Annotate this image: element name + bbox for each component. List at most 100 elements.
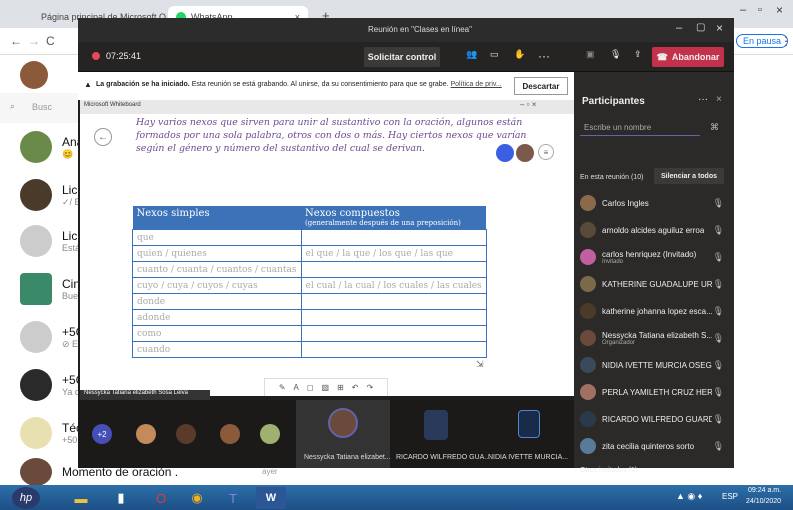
participant-name: RICARDO WILFREDO GUARD...	[602, 414, 712, 424]
mic-off-icon[interactable]: 🎙	[610, 49, 621, 60]
tray-icons[interactable]: ▲ ◉ ♦	[676, 491, 702, 502]
avatar	[580, 411, 596, 427]
meeting-toolbar: 07:25:41 Solicitar control 👥 ▭ ✋ ··· ▣ 🎙…	[78, 42, 734, 72]
more-participants-badge[interactable]: +2	[92, 424, 112, 444]
avatar[interactable]	[260, 424, 280, 444]
dismiss-button[interactable]: Descartar	[514, 77, 568, 95]
mic-icon[interactable]: 🎙	[713, 198, 724, 209]
file-explorer-icon[interactable]: ▬	[66, 487, 96, 509]
mic-icon[interactable]: 🎙	[713, 441, 724, 452]
close-icon[interactable]: ×	[716, 94, 722, 105]
other-guests[interactable]: Otros invitados (1)	[580, 467, 637, 474]
clock-time[interactable]: 09:24 a.m.	[748, 487, 781, 494]
participant-row[interactable]: RICARDO WILFREDO GUARD... 🎙	[580, 406, 730, 432]
participant-name: katherine johanna lopez esca...	[602, 306, 712, 316]
video-tile[interactable]: RICARDO WILFREDO GUA...	[392, 400, 490, 468]
reload-icon[interactable]: C	[46, 34, 55, 48]
table-cell	[300, 293, 487, 310]
in-meeting-count: En esta reunión (10)	[580, 174, 644, 181]
teams-icon[interactable]: T	[218, 487, 248, 509]
mic-icon[interactable]: 🎙	[713, 414, 724, 425]
avatar	[580, 222, 596, 238]
redo-icon[interactable]: ↷	[366, 383, 373, 392]
start-button[interactable]: hp	[12, 487, 40, 509]
word-icon[interactable]: W	[256, 487, 286, 509]
privacy-link[interactable]: Política de priv...	[451, 81, 502, 88]
maximize-button[interactable]: ▫	[758, 4, 762, 16]
share-invite-icon[interactable]: ⌘	[710, 122, 719, 133]
table-icon[interactable]: ⊞	[337, 383, 344, 392]
request-control-button[interactable]: Solicitar control	[364, 47, 440, 67]
pen-icon[interactable]: ✎	[279, 383, 286, 392]
participant-row[interactable]: katherine johanna lopez esca... 🎙	[580, 298, 730, 324]
share-screen-icon[interactable]: ⇪	[634, 49, 642, 60]
image-icon[interactable]: ▧	[322, 383, 330, 392]
participant-row[interactable]: NIDIA IVETTE MURCIA OSEG... 🎙	[580, 352, 730, 378]
forward-arrow-icon[interactable]: →	[28, 34, 40, 48]
notepad-icon[interactable]: ▮	[106, 487, 136, 509]
back-arrow-icon[interactable]: ←	[10, 34, 22, 48]
camera-off-icon[interactable]: ▣	[586, 49, 595, 60]
avatar[interactable]	[136, 424, 156, 444]
table-cell: cuyo / cuya / cuyos / cuyas	[132, 277, 302, 294]
table-cell: como	[132, 325, 302, 342]
mute-all-button[interactable]: Silenciar a todos	[654, 168, 724, 184]
participant-row[interactable]: Carlos Ingles 🎙	[580, 190, 730, 216]
avatar[interactable]	[176, 424, 196, 444]
participant-info: Carlos Ingles	[602, 199, 649, 208]
close-window-button[interactable]: ×	[776, 3, 783, 17]
participant-row[interactable]: PERLA YAMILETH CRUZ HERN...🎙	[580, 379, 730, 405]
back-arrow-icon[interactable]: ←	[94, 128, 112, 146]
opera-icon[interactable]: O	[146, 487, 176, 509]
maximize-button[interactable]: ▢	[696, 22, 705, 33]
avatar	[580, 195, 596, 211]
recording-notice-bar: ▲ La grabación se ha iniciado. Esta reun…	[78, 72, 574, 100]
leave-label: Abandonar	[671, 52, 720, 62]
table-row: cuanto / cuanta / cuantos / cuantas	[132, 261, 487, 278]
browser-menu-icon[interactable]: ⋮	[780, 34, 792, 48]
profile-avatar[interactable]	[20, 61, 48, 89]
leave-button[interactable]: ☎ Abandonar	[652, 47, 724, 67]
table-cell	[300, 309, 487, 326]
participant-row[interactable]: carlos henriquez (Invitado) Invitado 🎙	[580, 244, 730, 270]
minimize-button[interactable]: –	[740, 4, 746, 16]
window-controls-icon: – ▫ ×	[520, 100, 537, 109]
text-icon[interactable]: A	[294, 383, 299, 392]
mic-icon[interactable]: 🎙	[713, 306, 724, 317]
participant-row[interactable]: zita cecilia quinteros sorto 🎙	[580, 433, 730, 459]
mic-icon[interactable]: 🎙	[713, 387, 724, 398]
more-options-icon[interactable]: ···	[538, 49, 550, 63]
mic-icon[interactable]: 🎙	[713, 225, 724, 236]
raise-hand-icon[interactable]: ✋	[514, 49, 525, 60]
search-box[interactable]: ⌕ Busc	[0, 93, 80, 123]
chrome-icon[interactable]: ◉	[182, 487, 212, 509]
video-tile[interactable]: Nessycka Tatiana elizabet...	[296, 400, 391, 468]
more-options-icon[interactable]: ···	[698, 94, 708, 105]
participant-info: carlos henriquez (Invitado) Invitado	[602, 250, 696, 265]
drawing-toolbar[interactable]: ✎ A ◻ ▧ ⊞ ↶ ↷	[264, 378, 388, 396]
participants-icon[interactable]: 👥	[466, 49, 477, 60]
language-indicator[interactable]: ESP	[722, 492, 738, 501]
mic-icon[interactable]: 🎙	[713, 333, 724, 344]
minimize-button[interactable]: –	[676, 22, 682, 34]
table-body: que quien / quienes el que / la que / los …	[132, 229, 487, 358]
menu-icon[interactable]: ≡	[538, 144, 554, 160]
shape-icon[interactable]: ◻	[307, 383, 314, 392]
participant-row[interactable]: KATHERINE GUADALUPE UR... 🎙	[580, 271, 730, 297]
participant-row[interactable]: arnoldo alcides aguiluz erroa 🎙	[580, 217, 730, 243]
participant-row[interactable]: Nessycka Tatiana elizabeth S... Organizad…	[580, 325, 730, 351]
mic-icon[interactable]: 🎙	[713, 279, 724, 290]
mic-icon[interactable]: 🎙	[713, 360, 724, 371]
chat-icon[interactable]: ▭	[490, 49, 499, 60]
close-button[interactable]: ×	[716, 21, 723, 35]
recording-notice-text: Esta reunión se está grabando. Al unirse…	[191, 81, 449, 88]
video-tile[interactable]: NIDIA IVETTE MURCIA...	[484, 400, 574, 468]
avatar	[20, 131, 52, 163]
avatar[interactable]	[220, 424, 240, 444]
participant-search-input[interactable]: Escribe un nombre	[580, 120, 700, 136]
presenter-label: Nessycka Tatiana elizabeth Sosa Leiva	[80, 390, 210, 400]
mic-icon[interactable]: 🎙	[713, 252, 724, 263]
undo-icon[interactable]: ↶	[352, 383, 359, 392]
avatar	[580, 276, 596, 292]
clock-date[interactable]: 24/10/2020	[746, 498, 781, 505]
